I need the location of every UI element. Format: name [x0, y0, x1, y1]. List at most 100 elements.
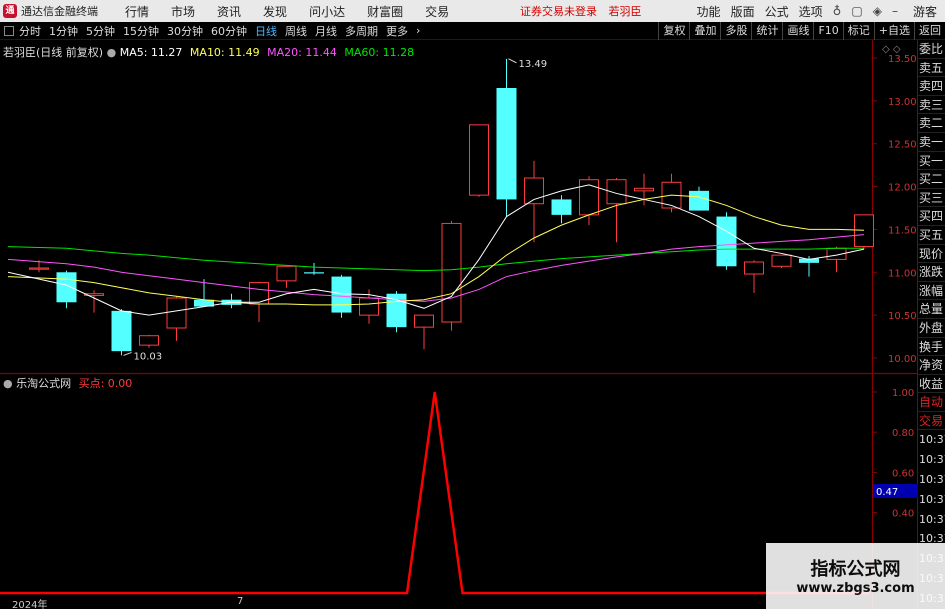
candle-body	[854, 214, 874, 248]
menu-options[interactable]: 选项	[799, 3, 823, 20]
y-tick-label: 10.50	[888, 311, 917, 322]
menu-function[interactable]: 功能	[697, 3, 721, 20]
candle-body	[276, 265, 297, 282]
candle-body	[744, 261, 764, 275]
menu-item-trade[interactable]: 交易	[425, 3, 449, 20]
ma10-label: MA10: 11.49	[189, 46, 260, 59]
side-item[interactable]: 涨跌	[918, 263, 945, 282]
high-marker	[508, 58, 517, 64]
candle-body	[249, 282, 269, 305]
y-tick-label: 11.50	[888, 225, 917, 236]
ma5-label: MA5: 11.27	[119, 46, 183, 59]
side-item[interactable]: 卖三	[918, 96, 945, 115]
side-item[interactable]: 卖二	[918, 114, 945, 133]
y-tick-label: 11.00	[888, 268, 917, 279]
period-daily[interactable]: 日线	[255, 23, 277, 39]
sub-info-bar: ● 乐淘公式网 买点: 0.00	[3, 375, 132, 391]
stats-button[interactable]: 统计	[751, 22, 782, 40]
menu-bar: 通 通达信金融终端 行情 市场 资讯 发现 问小达 财富圈 交易 证券交易未登录…	[0, 0, 945, 22]
adjust-button[interactable]: 复权	[658, 22, 689, 40]
side-item[interactable]: 买一	[918, 152, 945, 171]
y-tick-label: 10.00	[888, 354, 917, 365]
side-item[interactable]: 现价	[918, 245, 945, 264]
back-button[interactable]: 返回	[914, 22, 945, 40]
period-monthly[interactable]: 月线	[315, 23, 337, 39]
chevron-right-icon[interactable]: ›	[416, 24, 420, 37]
low-label: 10.03	[134, 351, 163, 362]
mark-button[interactable]: 标记	[842, 22, 874, 40]
period-multi[interactable]: 多周期	[345, 23, 378, 39]
headset-icon[interactable]: ♁	[833, 4, 842, 18]
side-item[interactable]: 买二	[918, 170, 945, 189]
message-icon[interactable]: ▢	[851, 4, 862, 18]
side-item[interactable]: 换手	[918, 338, 945, 357]
overlay-button[interactable]: 叠加	[689, 22, 720, 40]
side-item[interactable]: 净资	[918, 356, 945, 375]
minimize-icon[interactable]: –	[892, 4, 898, 18]
guest-label[interactable]: 游客	[913, 3, 937, 20]
menu-right: 功能 版面 公式 选项 ♁ ▢ ◈ – 游客	[692, 0, 945, 22]
toolbar-right: 复权 叠加 多股 统计 画线 F10 标记 +自选 返回	[658, 22, 945, 40]
auto-trade-item[interactable]: 自动	[918, 393, 945, 412]
side-item[interactable]: 卖五	[918, 59, 945, 78]
period-weekly[interactable]: 周线	[285, 23, 307, 39]
indicator-title: 乐淘公式网	[16, 377, 72, 390]
period-5min[interactable]: 5分钟	[86, 23, 115, 39]
candle-body	[359, 297, 379, 316]
skin-icon[interactable]: ◈	[873, 4, 882, 18]
f10-button[interactable]: F10	[813, 22, 842, 40]
side-item[interactable]: 买五	[918, 226, 945, 245]
main-info-bar: 若羽臣(日线 前复权) ● MA5: 11.27 MA10: 11.49 MA2…	[3, 44, 414, 60]
menu-layout[interactable]: 版面	[731, 3, 755, 20]
side-item[interactable]: 卖四	[918, 77, 945, 96]
candle-body	[29, 267, 49, 270]
auto-trade-item[interactable]: 交易	[918, 412, 945, 431]
y-tick-label: 12.00	[888, 183, 917, 194]
menu-item-news[interactable]: 资讯	[217, 3, 241, 20]
buy-signal-line	[0, 391, 870, 595]
menu-formula[interactable]: 公式	[765, 3, 789, 20]
side-item[interactable]: 买三	[918, 189, 945, 208]
candle-body	[441, 222, 462, 323]
toolbar-toggle-icon[interactable]	[4, 25, 14, 36]
chart-area[interactable]: 0.47 ◇ ◇ 13.50 13.00 12.50 12.00 11.50 11.00 1…	[0, 40, 945, 609]
period-more[interactable]: 更多	[386, 23, 408, 39]
candle-body	[304, 272, 324, 274]
side-item[interactable]: 总量	[918, 300, 945, 319]
menu-item-market[interactable]: 市场	[171, 3, 195, 20]
period-30min[interactable]: 30分钟	[167, 23, 203, 39]
multi-stock-button[interactable]: 多股	[720, 22, 751, 40]
period-60min[interactable]: 60分钟	[211, 23, 247, 39]
chart-svg[interactable]: 0.47 ◇ ◇ 13.5013.0012.5012.0011.5011.001…	[0, 40, 945, 609]
menu-item-ask[interactable]: 问小达	[309, 3, 345, 20]
side-item[interactable]: 涨幅	[918, 282, 945, 301]
sub-y-tick-label: 0.40	[892, 509, 914, 520]
draw-line-button[interactable]: 画线	[782, 22, 813, 40]
candle-body	[634, 187, 654, 192]
period-15min[interactable]: 15分钟	[123, 23, 159, 39]
side-item[interactable]: 买四	[918, 207, 945, 226]
side-item[interactable]: 收益	[918, 375, 945, 394]
settings-icon[interactable]: ●	[107, 46, 117, 59]
stock-title: 若羽臣(日线 前复权)	[3, 46, 104, 59]
sub-y-tick-label: 0.60	[892, 468, 914, 479]
candle-body	[139, 335, 159, 346]
candle-body	[551, 199, 572, 215]
candle-body	[689, 190, 709, 211]
add-watchlist-button[interactable]: +自选	[873, 22, 914, 40]
side-item[interactable]: 外盘	[918, 319, 945, 338]
menu-item-discover[interactable]: 发现	[263, 3, 287, 20]
tick-time: 10:37	[919, 512, 945, 526]
side-item[interactable]: 卖一	[918, 133, 945, 152]
current-value-label: 0.47	[876, 487, 898, 498]
period-toolbar: 分时 1分钟 5分钟 15分钟 30分钟 60分钟 日线 周线 月线 多周期 更…	[0, 22, 945, 40]
indicator-settings-icon[interactable]: ●	[3, 377, 13, 390]
tick-time: 10:37	[919, 433, 945, 447]
period-1min[interactable]: 1分钟	[49, 23, 78, 39]
menu-item-quotes[interactable]: 行情	[125, 3, 149, 20]
period-intraday[interactable]: 分时	[19, 23, 41, 39]
candlestick-pane: 13.50 13.00 12.50 12.00 11.50 11.00 10.50 10.00…	[7, 54, 917, 365]
side-item[interactable]: 委比	[918, 40, 945, 59]
login-warning: 证券交易未登录 若羽臣	[520, 3, 642, 19]
menu-item-wealth[interactable]: 财富圈	[367, 3, 403, 20]
